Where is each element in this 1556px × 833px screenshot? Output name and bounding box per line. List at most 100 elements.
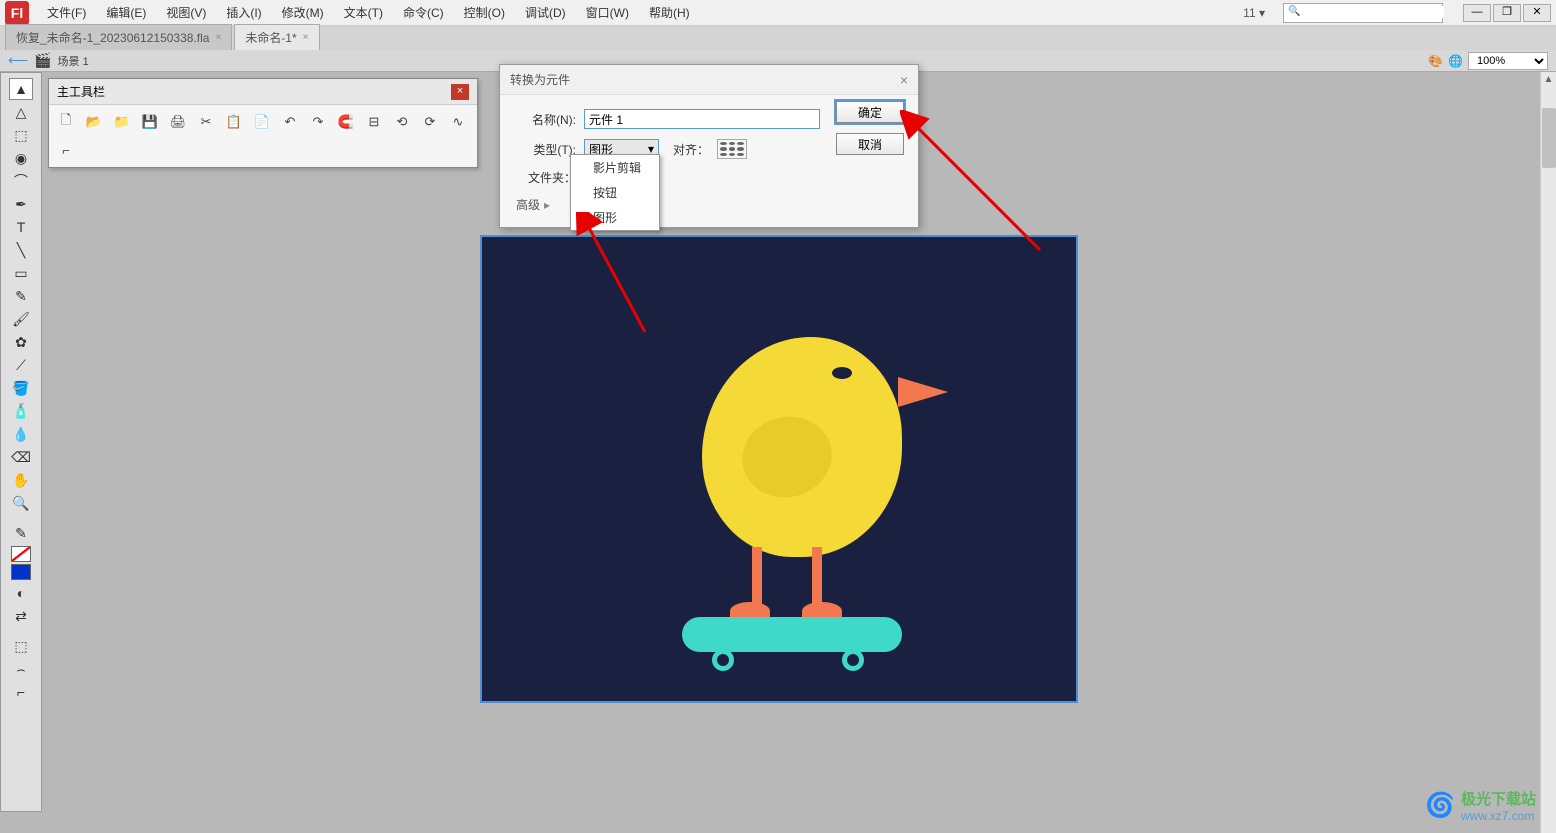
rotate-cw-icon[interactable]: ⟳ <box>419 111 441 133</box>
ok-button[interactable]: 确定 <box>836 101 904 123</box>
eyedropper-tool[interactable]: 💧 <box>9 423 33 445</box>
doc-tab-label: 未命名-1* <box>245 29 296 46</box>
close-tab-icon[interactable]: × <box>215 32 221 43</box>
fill-color-swatch[interactable] <box>11 564 31 580</box>
lasso-tool[interactable]: ⌒ <box>9 170 33 192</box>
menu-text[interactable]: 文本(T) <box>334 0 393 25</box>
scroll-up-icon[interactable]: ▲ <box>1542 74 1556 88</box>
subselection-tool[interactable]: △ <box>9 101 33 123</box>
vertical-scrollbar[interactable]: ▲ <box>1540 72 1556 833</box>
open-file-icon[interactable]: 📂 <box>83 111 105 133</box>
selection-tool[interactable]: ▲ <box>9 78 33 100</box>
watermark: 🌀 极光下载站 www.xz7.com <box>1425 788 1536 823</box>
name-label: 名称(N): <box>516 111 576 128</box>
magnet-icon[interactable]: 🧲 <box>335 111 357 133</box>
menu-command[interactable]: 命令(C) <box>393 0 454 25</box>
dialog-title: 转换为元件 <box>510 71 570 88</box>
dropdown-item-graphic[interactable]: 图形 <box>571 205 659 230</box>
menu-view[interactable]: 视图(V) <box>156 0 216 25</box>
main-toolbar-header[interactable]: 主工具栏 × <box>49 79 477 105</box>
symbol-name-input[interactable] <box>584 109 820 129</box>
search-input[interactable] <box>1304 6 1444 18</box>
menu-modify[interactable]: 修改(M) <box>272 0 334 25</box>
advanced-expand-icon[interactable]: ▸ <box>544 198 550 212</box>
bone-tool[interactable]: ⟋ <box>9 354 33 376</box>
stroke-color-swatch[interactable] <box>11 546 31 562</box>
stroke-pencil-icon: ✎ <box>9 522 33 544</box>
minimize-button[interactable]: — <box>1463 4 1491 22</box>
menu-edit[interactable]: 编辑(E) <box>96 0 156 25</box>
menubar: Fl 文件(F) 编辑(E) 视图(V) 插入(I) 修改(M) 文本(T) 命… <box>0 0 1556 26</box>
search-box[interactable] <box>1283 3 1443 23</box>
menu-debug[interactable]: 调试(D) <box>515 0 576 25</box>
print-icon[interactable]: 🖨 <box>167 111 189 133</box>
deco-tool[interactable]: ✿ <box>9 331 33 353</box>
3d-rotation-tool[interactable]: ◉ <box>9 147 33 169</box>
edit-symbol-icon[interactable]: 🌐 <box>1448 54 1462 68</box>
close-tab-icon[interactable]: × <box>303 32 309 43</box>
new-file-icon[interactable]: 🗋 <box>55 111 77 133</box>
scene-label[interactable]: 场景 1 <box>58 53 89 69</box>
save-as-icon[interactable]: 📁 <box>111 111 133 133</box>
text-tool[interactable]: T <box>9 216 33 238</box>
black-white-toggle[interactable]: ◐ <box>9 582 33 604</box>
menu-help[interactable]: 帮助(H) <box>639 0 700 25</box>
advanced-label[interactable]: 高级 <box>516 196 540 213</box>
stage-canvas[interactable] <box>480 235 1078 703</box>
doc-tab-1[interactable]: 恢复_未命名-1_20230612150338.fla × <box>5 24 232 50</box>
copy-icon[interactable]: 📋 <box>223 111 245 133</box>
rectangle-tool[interactable]: ▭ <box>9 262 33 284</box>
option-straighten[interactable]: ⌐ <box>9 681 33 703</box>
scene-icon: 🎬 <box>34 52 51 69</box>
dialog-close-icon[interactable]: × <box>900 72 908 88</box>
align-label: 对齐： <box>673 141 709 158</box>
align-icon[interactable]: ⊟ <box>363 111 385 133</box>
cancel-button[interactable]: 取消 <box>836 133 904 155</box>
maximize-button[interactable]: ❐ <box>1493 4 1521 22</box>
dialog-header[interactable]: 转换为元件 × <box>500 65 918 95</box>
scroll-thumb[interactable] <box>1542 108 1556 168</box>
dropdown-item-button[interactable]: 按钮 <box>571 180 659 205</box>
folder-label: 文件夹： <box>516 169 576 186</box>
ink-bottle-tool[interactable]: 🧴 <box>9 400 33 422</box>
option-smooth[interactable]: ⌢ <box>9 658 33 680</box>
snap-magnet-icon[interactable]: ⬚ <box>9 635 33 657</box>
menu-control[interactable]: 控制(O) <box>454 0 515 25</box>
font-size-display[interactable]: 11 ▾ <box>1235 4 1273 22</box>
hand-tool[interactable]: ✋ <box>9 469 33 491</box>
eraser-tool[interactable]: ⌫ <box>9 446 33 468</box>
paste-icon[interactable]: 📄 <box>251 111 273 133</box>
edit-scene-icon[interactable]: 🎨 <box>1428 54 1442 68</box>
paint-bucket-tool[interactable]: 🪣 <box>9 377 33 399</box>
straighten-icon[interactable]: ⌐ <box>55 139 77 161</box>
type-dropdown-menu: 影片剪辑 按钮 图形 <box>570 154 660 231</box>
free-transform-tool[interactable]: ⬚ <box>9 124 33 146</box>
document-tabs: 恢复_未命名-1_20230612150338.fla × 未命名-1* × <box>0 26 1556 50</box>
tools-panel: ▲ △ ⬚ ◉ ⌒ ✒ T ╲ ▭ ✎ 🖌 ✿ ⟋ 🪣 🧴 💧 ⌫ ✋ 🔍 ✎ … <box>0 72 42 812</box>
line-tool[interactable]: ╲ <box>9 239 33 261</box>
doc-tab-2[interactable]: 未命名-1* × <box>234 24 319 50</box>
menu-insert[interactable]: 插入(I) <box>216 0 271 25</box>
redo-icon[interactable]: ↷ <box>307 111 329 133</box>
undo-icon[interactable]: ↶ <box>279 111 301 133</box>
rotate-ccw-icon[interactable]: ⟲ <box>391 111 413 133</box>
menu-window[interactable]: 窗口(W) <box>576 0 639 25</box>
menu-file[interactable]: 文件(F) <box>37 0 96 25</box>
cut-icon[interactable]: ✂ <box>195 111 217 133</box>
watermark-url: www.xz7.com <box>1461 809 1536 823</box>
close-panel-icon[interactable]: × <box>451 84 469 100</box>
watermark-cn: 极光下载站 <box>1461 788 1536 809</box>
close-button[interactable]: ✕ <box>1523 4 1551 22</box>
zoom-select[interactable]: 100% <box>1468 52 1548 70</box>
pencil-tool[interactable]: ✎ <box>9 285 33 307</box>
zoom-tool[interactable]: 🔍 <box>9 492 33 514</box>
dropdown-item-movieclip[interactable]: 影片剪辑 <box>571 155 659 180</box>
pen-tool[interactable]: ✒ <box>9 193 33 215</box>
back-icon[interactable]: ⟵ <box>8 52 28 69</box>
brush-tool[interactable]: 🖌 <box>9 308 33 330</box>
swap-colors[interactable]: ⇄ <box>9 605 33 627</box>
smooth-icon[interactable]: ∿ <box>447 111 469 133</box>
watermark-logo-icon: 🌀 <box>1425 791 1455 820</box>
registration-grid[interactable] <box>717 139 747 159</box>
save-icon[interactable]: 💾 <box>139 111 161 133</box>
